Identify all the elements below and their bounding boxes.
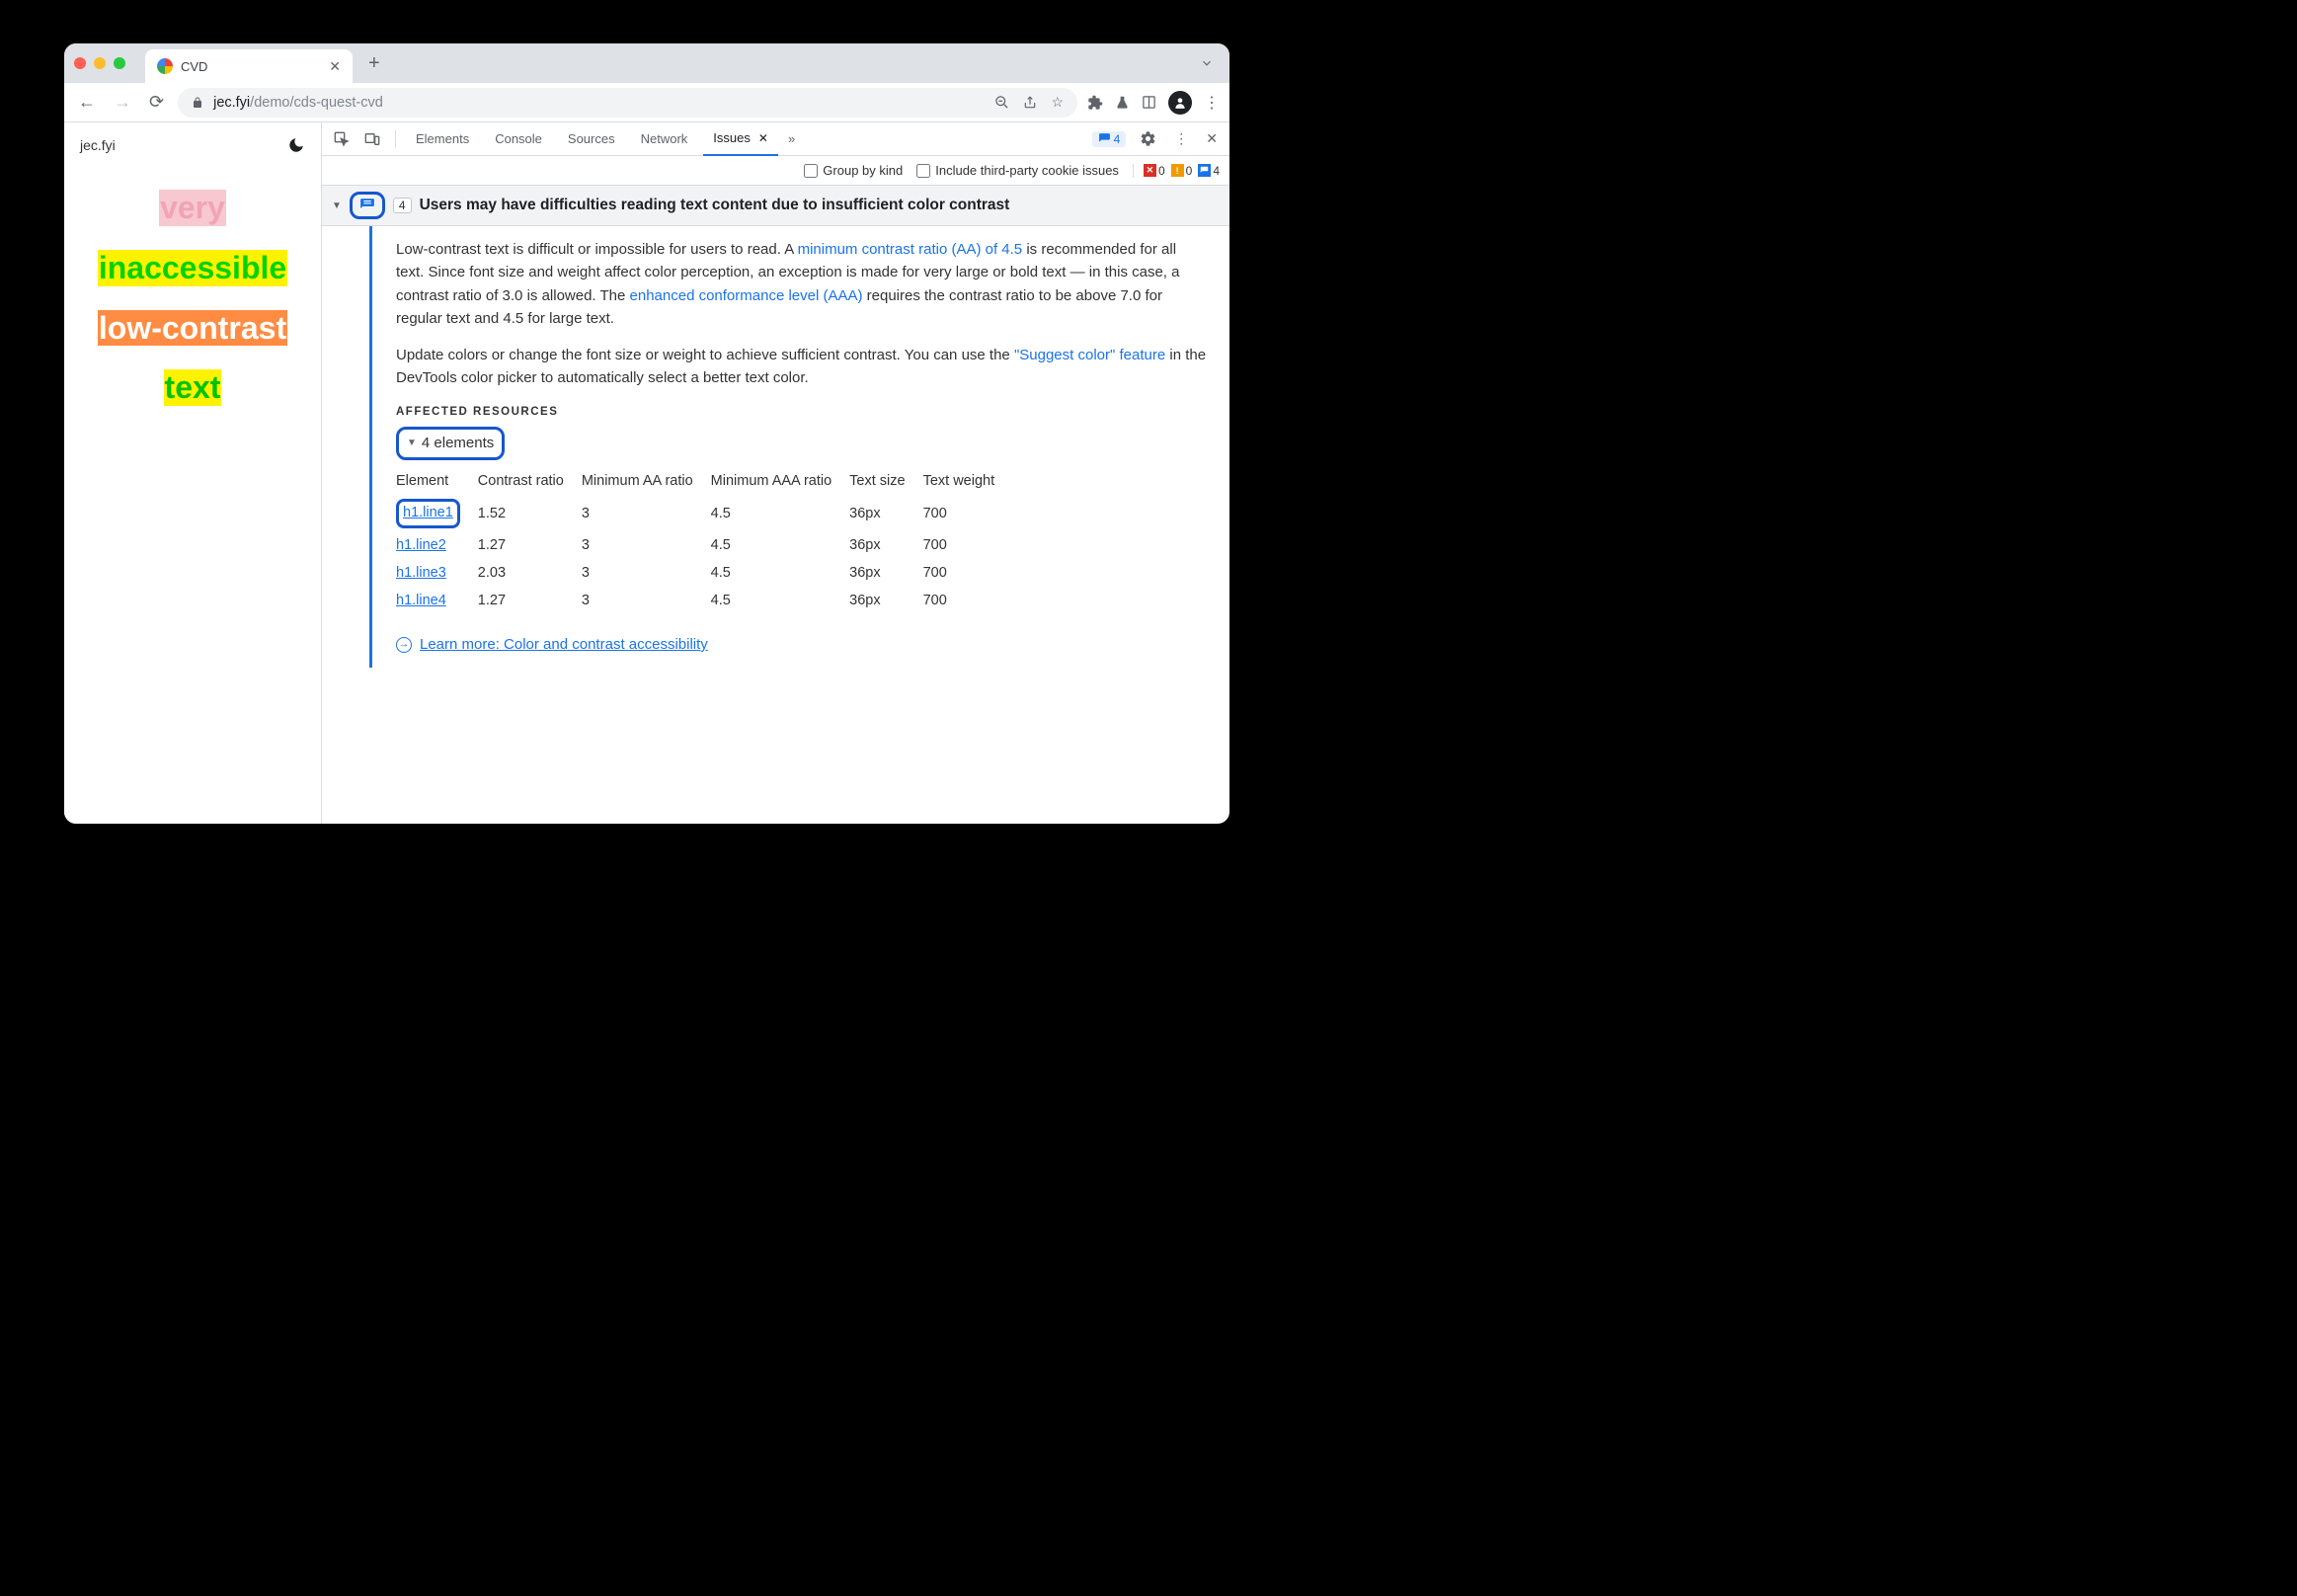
new-tab-button[interactable]: + [360,52,388,75]
col-size: Text size [849,466,922,496]
back-button[interactable]: ← [74,92,100,113]
theme-toggle-icon[interactable] [287,136,305,154]
sample-text-2: inaccessible [98,250,287,286]
col-weight: Text weight [923,466,1013,496]
browser-window: CVD ✕ + ← → ⟳ jec.fyi/demo/cds-quest-cvd… [64,43,1229,824]
devtools-menu-icon[interactable]: ⋮ [1170,130,1192,147]
zoom-icon[interactable] [994,95,1009,110]
tab-elements[interactable]: Elements [406,122,479,156]
tabs-overflow-icon[interactable]: » [784,131,799,146]
extensions-icon[interactable] [1087,95,1103,111]
url-text: jec.fyi/demo/cds-quest-cvd [213,95,383,111]
table-row: h1.line2 1.27 3 4.5 36px 700 [396,531,1012,559]
chrome-menu-icon[interactable]: ⋮ [1204,93,1220,113]
col-aa: Minimum AA ratio [582,466,711,496]
sample-text-4: text [164,369,222,406]
tab-overflow-icon[interactable] [1200,56,1220,70]
tab-title: CVD [181,59,207,74]
bookmark-icon[interactable]: ☆ [1051,94,1064,111]
rendered-page: jec.fyi very inaccessible low-contrast t… [64,122,321,824]
col-contrast: Contrast ratio [478,466,582,496]
issues-filter-bar: Group by kind Include third-party cookie… [322,156,1229,186]
browser-toolbar-icons: ⋮ [1087,91,1220,115]
titlebar: CVD ✕ + [64,43,1229,83]
affected-resources-label: AFFECTED RESOURCES [396,404,1208,422]
issue-header[interactable]: ▼ 4 Users may have difficulties reading … [322,186,1229,226]
link-aaa-level[interactable]: enhanced conformance level (AAA) [630,287,863,304]
element-link[interactable]: h1.line3 [396,565,446,581]
inspect-icon[interactable] [330,131,354,147]
element-link[interactable]: h1.line2 [396,537,446,553]
labs-icon[interactable] [1115,95,1130,111]
warnings-count[interactable]: !0 [1171,164,1193,178]
affected-elements-table: Element Contrast ratio Minimum AA ratio … [396,466,1012,615]
expand-triangle-icon[interactable]: ▼ [332,200,342,211]
lock-icon [192,96,203,110]
url-bar: ← → ⟳ jec.fyi/demo/cds-quest-cvd ☆ ⋮ [64,83,1229,122]
elements-triangle-icon: ▼ [407,436,417,451]
table-row: h1.line4 1.27 3 4.5 36px 700 [396,587,1012,614]
table-row: h1.line1 1.52 3 4.5 36px 700 [396,496,1012,530]
window-controls [74,57,125,69]
elements-disclosure[interactable]: ▼ 4 elements [396,427,505,459]
address-bar[interactable]: jec.fyi/demo/cds-quest-cvd ☆ [178,88,1077,118]
message-icon [358,197,376,214]
devtools-panel: Elements Console Sources Network Issues✕… [321,122,1229,824]
col-aaa: Minimum AAA ratio [711,466,850,496]
table-row: h1.line3 2.03 3 4.5 36px 700 [396,559,1012,587]
learn-more: → Learn more: Color and contrast accessi… [396,633,1208,656]
close-window-button[interactable] [74,57,86,69]
learn-more-link[interactable]: Learn more: Color and contrast accessibi… [420,633,708,656]
group-by-kind-checkbox[interactable]: Group by kind [804,163,903,178]
issue-description-2: Update colors or change the font size or… [396,344,1208,390]
third-party-checkbox[interactable]: Include third-party cookie issues [916,163,1119,178]
issue-title: Users may have difficulties reading text… [420,197,1010,214]
link-aa-ratio[interactable]: minimum contrast ratio (AA) of 4.5 [798,241,1023,258]
minimize-window-button[interactable] [94,57,106,69]
issue-description-1: Low-contrast text is difficult or imposs… [396,238,1208,330]
share-icon[interactable] [1023,96,1037,110]
forward-button[interactable]: → [110,92,135,113]
issues-count-badge[interactable]: 4 [1092,131,1127,147]
element-link[interactable]: h1.line4 [396,593,446,608]
maximize-window-button[interactable] [114,57,125,69]
issue-body: Low-contrast text is difficult or imposs… [322,226,1229,668]
tab-issues[interactable]: Issues✕ [703,122,778,156]
sample-text-1: very [159,190,226,226]
profile-avatar[interactable] [1168,91,1192,115]
reload-button[interactable]: ⟳ [145,92,168,113]
tab-network[interactable]: Network [631,122,698,156]
issue-count-badge: 4 [393,198,412,213]
browser-tab[interactable]: CVD ✕ [145,49,353,83]
sample-text-3: low-contrast [98,310,287,347]
col-element: Element [396,466,478,496]
link-suggest-color[interactable]: "Suggest color" feature [1014,347,1165,363]
settings-icon[interactable] [1136,130,1160,147]
device-toggle-icon[interactable] [359,131,385,147]
tab-console[interactable]: Console [485,122,552,156]
info-count[interactable]: 4 [1198,164,1220,178]
site-label: jec.fyi [80,137,116,153]
devtools-tabstrip: Elements Console Sources Network Issues✕… [322,122,1229,156]
tab-sources[interactable]: Sources [558,122,625,156]
issue-kind-badge [350,192,385,219]
issue-type-counts: ✕0 !0 4 [1133,164,1220,178]
reading-list-icon[interactable] [1142,95,1156,110]
devtools-close-icon[interactable]: ✕ [1202,130,1222,147]
tab-close-icon[interactable]: ✕ [329,58,341,75]
element-link[interactable]: h1.line1 [403,505,453,520]
errors-count[interactable]: ✕0 [1144,164,1165,178]
arrow-circle-icon: → [396,637,412,653]
favicon-icon [157,58,173,74]
main-area: jec.fyi very inaccessible low-contrast t… [64,122,1229,824]
